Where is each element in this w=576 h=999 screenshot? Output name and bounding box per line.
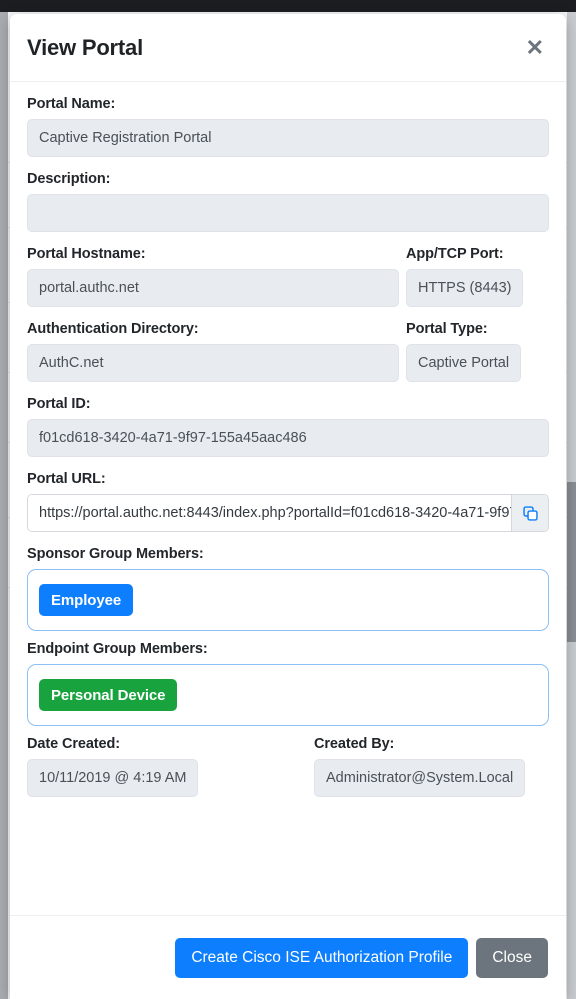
sponsor-group-members-label: Sponsor Group Members: [27,546,204,562]
app-tcp-port-field[interactable]: HTTPS (8443) [406,269,524,307]
created-by-field[interactable]: Administrator@System.Local [314,759,526,797]
portal-id-label: Portal ID: [27,396,91,412]
tag-personal-device[interactable]: Personal Device [39,679,178,711]
dialog-body: Portal Name: Captive Registration Portal… [10,82,566,915]
portal-type-label: Portal Type: [406,321,488,337]
portal-id-field[interactable]: f01cd618-3420-4a71-9f97-155a45aac486 [27,419,549,457]
portal-hostname-field[interactable]: portal.authc.net [27,269,399,307]
portal-type-field[interactable]: Captive Portal [406,344,522,382]
portal-url-label: Portal URL: [27,471,106,487]
authentication-directory-field[interactable]: AuthC.net [27,344,399,382]
copy-icon[interactable] [511,495,548,531]
tag-employee[interactable]: Employee [39,584,134,616]
date-created-label: Date Created: [27,736,120,752]
dialog-header: View Portal ✕ [10,14,566,82]
page-title: View Portal [27,34,143,60]
description-field[interactable] [27,194,549,232]
dialog-footer: Create Cisco ISE Authorization Profile C… [10,915,566,999]
page-scrollbar-thumb[interactable] [567,482,576,642]
portal-name-field[interactable]: Captive Registration Portal [27,119,549,157]
portal-url-group: https://portal.authc.net:8443/index.php?… [27,494,549,532]
portal-hostname-label: Portal Hostname: [27,246,146,262]
authentication-directory-label: Authentication Directory: [27,321,199,337]
browser-top-bar [0,0,576,12]
date-created-field[interactable]: 10/11/2019 @ 4:19 AM [27,759,199,797]
close-icon[interactable]: ✕ [522,35,548,61]
created-row: Date Created: 10/11/2019 @ 4:19 AM Creat… [27,736,549,797]
page-scrollbar[interactable] [567,12,576,999]
app-tcp-port-label: App/TCP Port: [406,246,504,262]
endpoint-group-members-field[interactable]: Personal Device [27,664,549,726]
endpoint-group-members-label: Endpoint Group Members: [27,641,208,657]
backdrop-left-edge [0,12,8,999]
sponsor-group-members-field[interactable]: Employee [27,569,549,631]
create-cisco-ise-authorization-profile-button[interactable]: Create Cisco ISE Authorization Profile [175,937,469,978]
auth-directory-type-row: Authentication Directory: AuthC.net Port… [27,321,549,382]
portal-url-field[interactable]: https://portal.authc.net:8443/index.php?… [28,495,511,531]
created-by-label: Created By: [314,736,395,752]
view-portal-dialog: View Portal ✕ Portal Name: Captive Regis… [10,14,566,999]
close-button[interactable]: Close [476,937,548,978]
portal-name-label: Portal Name: [27,96,116,112]
hostname-port-row: Portal Hostname: portal.authc.net App/TC… [27,246,549,307]
description-label: Description: [27,171,111,187]
